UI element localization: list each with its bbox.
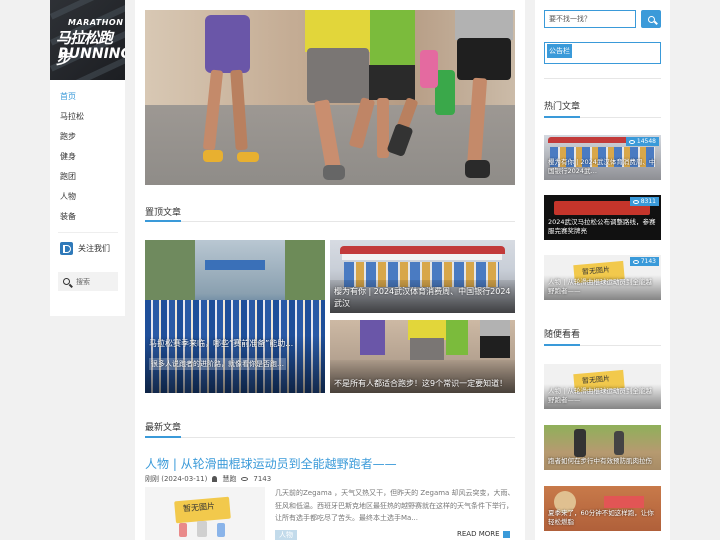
- post-date: 刚刚 (2024-03-11): [145, 475, 208, 483]
- latest-section-accent: [145, 436, 181, 438]
- logo-text-running: RUNNING: [58, 46, 125, 62]
- search-icon: [647, 15, 655, 23]
- pinned-section-divider: [145, 221, 515, 222]
- post-thumbnail[interactable]: 暂无图片: [145, 487, 265, 540]
- nav-item-home[interactable]: 首页: [60, 91, 76, 102]
- post-author[interactable]: 慧跑: [222, 474, 236, 484]
- eye-icon: [241, 477, 249, 481]
- hot-article-title: 人物 | 从轮滑曲棍球运动员到全能越野跑者——: [548, 278, 652, 295]
- random-article-title: 跑者如何在步行中有效预防肌肉拉伤: [548, 457, 652, 465]
- nav-item-marathon[interactable]: 马拉松: [60, 111, 84, 122]
- follow-us-link[interactable]: 关注我们: [60, 242, 110, 255]
- random-article-card[interactable]: 跑者如何在步行中有效预防肌肉拉伤: [544, 425, 661, 470]
- sidebar-search-button[interactable]: 搜索: [58, 272, 118, 291]
- nav-item-gear[interactable]: 装备: [60, 211, 76, 222]
- latest-section-title: 最新文章: [145, 423, 182, 433]
- post-views: 7143: [253, 475, 272, 483]
- hot-article-views-badge: 14548: [625, 137, 659, 146]
- hot-article-views-badge: 8311: [629, 197, 659, 206]
- hot-articles-accent: [544, 116, 580, 118]
- notice-board-label: 公告栏: [547, 44, 572, 58]
- hot-article-views-badge: 7143: [629, 257, 659, 266]
- hot-article-title: 樱为有你 | 2024武汉体育消费周、中国银行2024武…: [548, 158, 656, 175]
- site-logo[interactable]: MARATHON 马拉松跑步 RUNNING: [50, 0, 125, 80]
- search-button[interactable]: [641, 10, 661, 28]
- random-articles-title: 随便看看: [544, 330, 581, 340]
- follow-us-label: 关注我们: [78, 244, 110, 253]
- pinned-card-main[interactable]: 马拉松赛季来临，哪些“赛前准备”能助… 很多人说跑者的进阶路，就像看你是否跑…: [145, 240, 325, 393]
- main-content: 置顶文章 马拉松赛季来临，哪些“赛前准备”能助… 很多人说跑者的进阶路，就像看你…: [135, 0, 525, 540]
- random-article-title: 人物 | 从轮滑曲棍球运动员到全能越野跑者——: [548, 387, 652, 404]
- pinned-section-title: 置顶文章: [145, 208, 182, 218]
- pinned-card-running-tips[interactable]: 不是所有人都适合跑步！这9个常识一定要知道！: [330, 320, 515, 393]
- pinned-card-wuhan[interactable]: 樱为有你 | 2024武汉体育消费周、中国银行2024武汉: [330, 240, 515, 313]
- eye-icon: [632, 259, 639, 264]
- read-more-label: READ MORE: [457, 530, 500, 538]
- search-input[interactable]: 要不找一找？: [544, 10, 636, 28]
- author-icon: [212, 476, 218, 482]
- post-tag[interactable]: 人物: [275, 530, 297, 540]
- random-article-card[interactable]: 夏季来了，60分钟不如这样跑，让你轻松燃脂: [544, 486, 661, 531]
- hot-article-views: 7143: [640, 258, 656, 265]
- nav-item-fitness[interactable]: 健身: [60, 151, 76, 162]
- nav-item-running-club[interactable]: 跑团: [60, 171, 76, 182]
- follow-logo-icon: [60, 242, 73, 255]
- eye-icon: [632, 199, 639, 204]
- post-meta: 刚刚 (2024-03-11) 慧跑 7143: [145, 474, 271, 484]
- hot-article-card[interactable]: 8311 2024武汉马拉松公布调整路线，参赛服完赛奖牌亮: [544, 195, 661, 240]
- read-more-link[interactable]: READ MORE: [457, 530, 510, 538]
- hot-article-views: 8311: [640, 198, 656, 205]
- hot-article-card[interactable]: 暂无图片 7143 人物 | 从轮滑曲棍球运动员到全能越野跑者——: [544, 255, 661, 300]
- random-article-title: 夏季来了，60分钟不如这样跑，让你轻松燃脂: [548, 509, 654, 526]
- random-article-card[interactable]: 暂无图片 人物 | 从轮滑曲棍球运动员到全能越野跑者——: [544, 364, 661, 409]
- nav-item-people[interactable]: 人物: [60, 191, 76, 202]
- post-title-link[interactable]: 人物 | 从轮滑曲棍球运动员到全能越野跑者——: [145, 455, 397, 472]
- latest-section-divider: [145, 437, 515, 438]
- hot-articles-title: 热门文章: [544, 102, 581, 112]
- external-link-icon: [502, 530, 510, 538]
- post-excerpt: 几天前的Zegama ，天气又热又干，但昨天的 Zegama 却风云突变，大雨、…: [275, 489, 515, 522]
- nav-divider: [58, 232, 118, 233]
- pinned-section-accent: [145, 220, 181, 222]
- notice-divider: [544, 78, 661, 79]
- search-icon: [63, 278, 70, 285]
- pinned-card-main-title: 马拉松赛季来临，哪些“赛前准备”能助…: [149, 339, 294, 348]
- pinned-card-wuhan-title: 樱为有你 | 2024武汉体育消费周、中国银行2024武汉: [334, 287, 511, 308]
- pinned-card-main-excerpt: 很多人说跑者的进阶路，就像看你是否跑…: [149, 358, 286, 370]
- left-sidebar: MARATHON 马拉松跑步 RUNNING 首页 马拉松 跑步 健身 跑团 人…: [50, 0, 125, 316]
- pinned-card-running-tips-title: 不是所有人都适合跑步！这9个常识一定要知道！: [334, 379, 508, 388]
- nav-item-running[interactable]: 跑步: [60, 131, 76, 142]
- hero-banner-image[interactable]: [145, 10, 515, 185]
- hot-article-views: 14548: [636, 138, 656, 145]
- eye-icon: [628, 139, 635, 144]
- hot-article-title: 2024武汉马拉松公布调整路线，参赛服完赛奖牌亮: [548, 218, 656, 235]
- hot-article-card[interactable]: 14548 樱为有你 | 2024武汉体育消费周、中国银行2024武…: [544, 135, 661, 180]
- logo-text-en: MARATHON: [68, 18, 124, 27]
- right-sidebar: 要不找一找？ 公告栏 热门文章 14548 樱为有你 | 2024武汉体育消费周…: [535, 0, 670, 540]
- sidebar-search-label: 搜索: [76, 277, 90, 286]
- random-articles-accent: [544, 344, 580, 346]
- notice-board: 公告栏: [544, 42, 661, 64]
